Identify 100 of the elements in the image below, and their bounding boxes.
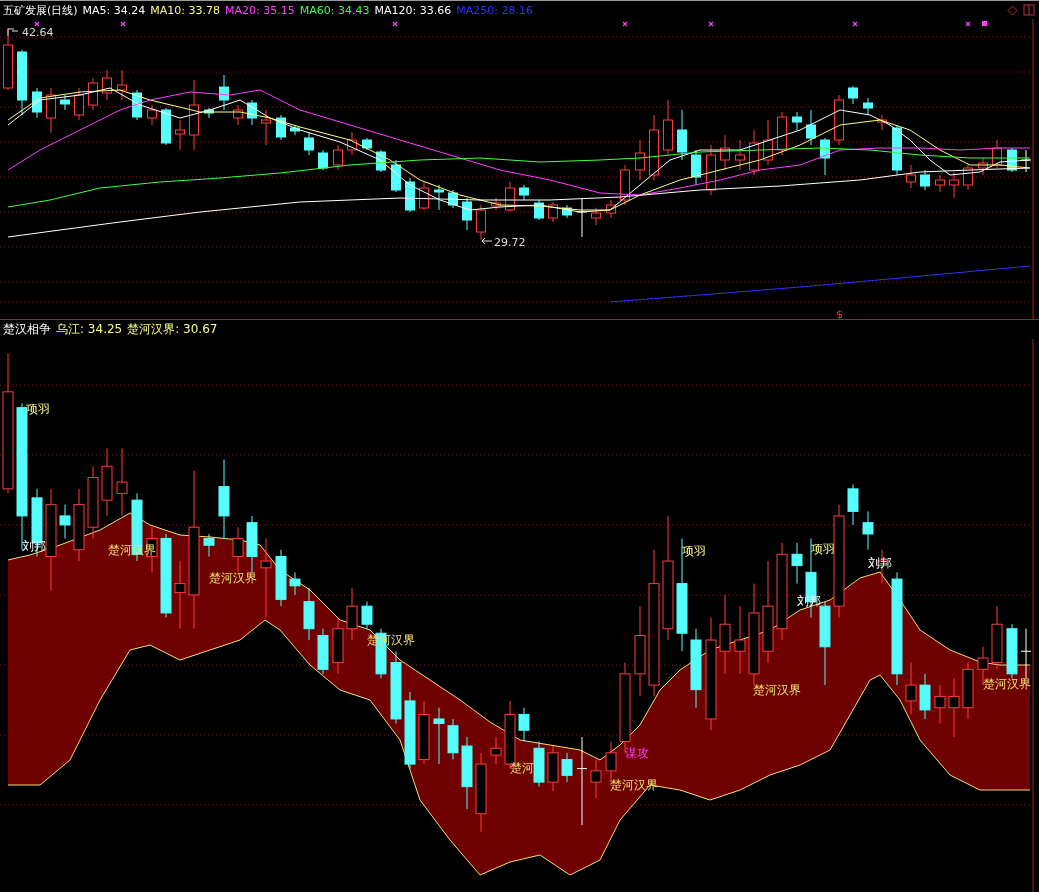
candlestick [1020, 628, 1032, 679]
candlestick [161, 107, 171, 146]
candlestick [317, 628, 329, 675]
candlestick [290, 124, 300, 136]
split-view-icon[interactable] [1023, 4, 1035, 16]
candlestick [590, 759, 602, 799]
candlestick [934, 684, 946, 724]
candlestick [1006, 623, 1018, 679]
candlestick [46, 87, 56, 134]
candlestick [905, 662, 917, 715]
diamond-icon[interactable] [1007, 4, 1018, 16]
ma-legend: MA250: 28.16 [456, 3, 533, 17]
candlestick [862, 510, 874, 551]
candlestick [17, 49, 27, 116]
candlestick [806, 109, 816, 146]
candlestick [620, 164, 630, 206]
candlestick [892, 124, 902, 176]
signal-label: 谋攻 [625, 746, 649, 760]
candlestick [303, 587, 315, 641]
candlestick [562, 204, 572, 219]
candlestick [763, 119, 773, 166]
indicator-legend: 楚汉相争 [3, 321, 51, 338]
candlestick [433, 707, 445, 765]
candlestick [203, 533, 215, 558]
candlestick [347, 131, 357, 156]
candlestick [863, 97, 873, 116]
candlestick [777, 111, 787, 156]
candlestick [462, 197, 472, 231]
candlestick [101, 447, 113, 517]
candlestick [734, 605, 746, 675]
candlestick [60, 94, 70, 111]
candlestick [204, 107, 214, 119]
candlestick [877, 114, 887, 131]
candlestick [635, 139, 645, 181]
candlestick [189, 79, 199, 151]
signal-label: 刘邦 [797, 594, 821, 608]
candlestick [232, 526, 244, 573]
signal-label: 项羽 [682, 544, 706, 558]
candlestick [992, 139, 1002, 169]
candlestick [962, 662, 974, 720]
candlestick [362, 137, 372, 151]
cross-marker-icon [392, 21, 398, 27]
candlestick [59, 504, 71, 539]
signal-mark: $ [836, 308, 843, 320]
candlestick [476, 204, 486, 241]
candlestick [735, 139, 745, 171]
candlestick [346, 587, 358, 641]
cross-marker-icon [965, 21, 971, 27]
candlestick [518, 707, 530, 742]
candlestick [361, 601, 373, 630]
candlestick [991, 605, 1003, 670]
candlestick [534, 199, 544, 221]
signal-label: 楚河 [510, 761, 534, 775]
cross-marker-icon [852, 21, 858, 27]
candlestick [606, 199, 616, 219]
cross-marker-icon [120, 21, 126, 27]
candlestick [706, 144, 716, 196]
candlestick [1020, 149, 1032, 173]
candlestick [920, 169, 930, 191]
candlestick [419, 181, 429, 211]
candlestick [219, 74, 229, 111]
candlestick [447, 718, 459, 761]
signal-label: 刘邦 [868, 556, 892, 570]
candlestick [391, 159, 401, 193]
indicator-legend: 乌江: 34.25 [56, 321, 123, 338]
candlestick [1007, 147, 1017, 173]
candlestick [834, 94, 844, 146]
high-arrow-icon [7, 28, 19, 37]
candlestick [533, 741, 545, 788]
candlestick [505, 181, 515, 213]
ma-legend: MA10: 33.78 [150, 3, 221, 17]
candlestick [332, 616, 344, 675]
signal-label: 项羽 [26, 402, 50, 416]
candlestick [304, 131, 314, 156]
candlestick [792, 111, 802, 131]
cross-marker-icon [622, 21, 628, 27]
candlestick [963, 164, 973, 191]
candlestick [448, 189, 458, 209]
candlestick [333, 144, 343, 171]
candlestick [88, 77, 98, 111]
candlestick [820, 137, 830, 176]
candlestick [919, 673, 931, 720]
candlestick [132, 89, 142, 121]
candlestick [935, 174, 945, 193]
candlestick [32, 87, 42, 119]
candlestick [74, 87, 84, 121]
candlestick [102, 69, 112, 101]
ma-legend: MA120: 33.66 [374, 3, 452, 17]
signal-label: 项羽 [811, 542, 835, 556]
ma-legend: MA60: 34.43 [299, 3, 370, 17]
candlestick [490, 736, 502, 765]
candlestick [289, 571, 301, 596]
signal-label: 刘邦 [22, 539, 46, 553]
candlestick [749, 129, 759, 176]
stock-title: 五矿发展(日线) [3, 2, 78, 18]
ma-legend: MA20: 35.15 [225, 3, 295, 17]
candlestick [376, 149, 386, 173]
candlestick [261, 109, 271, 146]
low-arrow-icon [481, 237, 493, 245]
candlestick [677, 109, 687, 161]
